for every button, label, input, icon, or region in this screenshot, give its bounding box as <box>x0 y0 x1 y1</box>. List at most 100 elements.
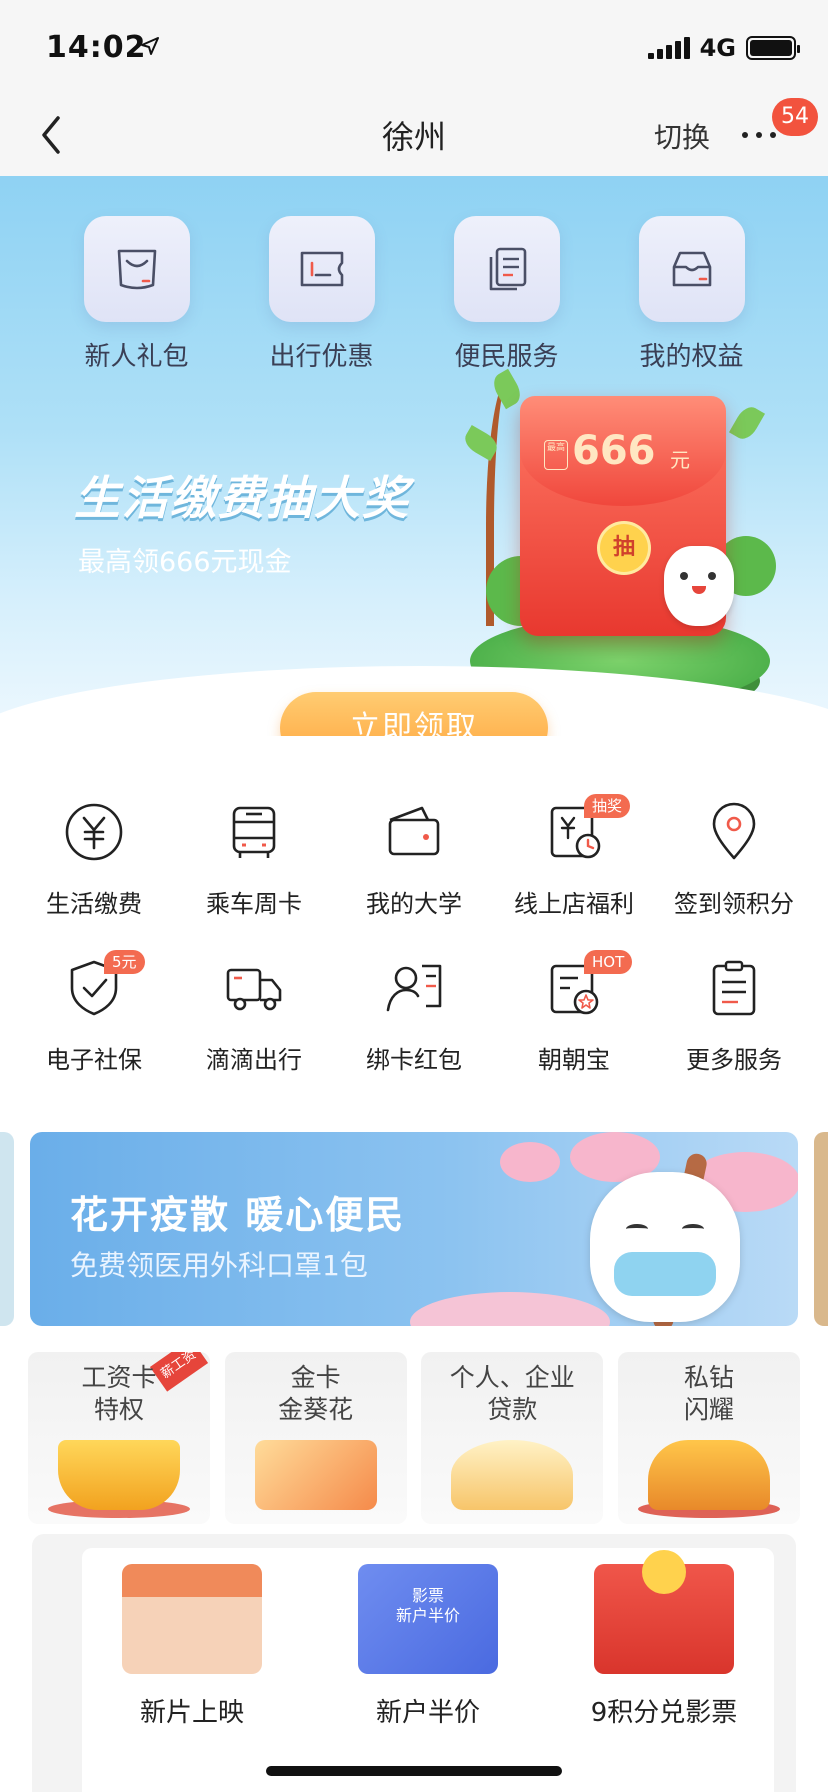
cat-with-mask-illustration <box>590 1172 740 1322</box>
carousel-prev-peek[interactable] <box>0 1132 14 1326</box>
quick-link-label: 出行优惠 <box>269 342 374 372</box>
switch-city-button[interactable]: 切换 <box>654 116 710 156</box>
product-card-loans[interactable]: 个人、企业 贷款 <box>421 1352 604 1524</box>
location-pin-icon <box>712 802 756 860</box>
banner-title: 花开疫散 暖心便民 <box>70 1193 406 1237</box>
service-sign-in-points[interactable]: 签到领积分 <box>654 800 814 956</box>
services-row: 生活缴费 乘车周卡 我的大学 抽奖 线上店福利 签到领积分 <box>0 794 828 956</box>
battery-level <box>750 40 792 56</box>
movie-ticket-icon: 影票 新户半价 <box>358 1564 498 1674</box>
quick-link-travel-discount[interactable]: 出行优惠 <box>247 216 397 373</box>
promo-points-for-tickets[interactable]: 9积分兑影票 <box>564 1548 764 1729</box>
epidemic-mask-banner[interactable]: 花开疫散 暖心便民 免费领医用外科口罩1包 <box>30 1132 798 1326</box>
quick-link-label: 新人礼包 <box>84 342 189 372</box>
service-label: 生活缴费 <box>46 890 142 918</box>
service-bus-weekly-pass[interactable]: 乘车周卡 <box>174 800 334 956</box>
services-row: 5元 电子社保 滴滴出行 绑卡红包 HOT 朝朝宝 更多服务 <box>0 950 828 1112</box>
service-label: 朝朝宝 <box>538 1046 610 1074</box>
card-title-line1: 工资卡 <box>81 1363 157 1392</box>
ticket-caption: 影票 新户半价 <box>395 1586 460 1625</box>
signal-strength-icon <box>647 37 690 59</box>
service-online-store-welfare[interactable]: 抽奖 线上店福利 <box>494 794 654 956</box>
service-label: 绑卡红包 <box>366 1046 462 1074</box>
wallet-icon <box>388 806 440 856</box>
more-dots-icon <box>742 132 776 138</box>
service-didi-travel[interactable]: 滴滴出行 <box>174 956 334 1112</box>
service-my-university[interactable]: 我的大学 <box>334 800 494 956</box>
location-arrow-icon <box>141 37 159 55</box>
product-card-gold-card[interactable]: 金卡 金葵花 <box>224 1352 407 1524</box>
service-badge: 抽奖 <box>584 794 631 818</box>
gold-card-icon <box>254 1440 377 1510</box>
envelope-seal: 抽 <box>600 524 648 572</box>
promo-label: 新户半价 <box>375 1698 480 1728</box>
service-label: 签到领积分 <box>674 890 794 918</box>
quick-link-label: 便民服务 <box>454 342 559 372</box>
message-count-badge: 54 <box>772 98 818 136</box>
service-label: 滴滴出行 <box>206 1046 302 1074</box>
service-label: 更多服务 <box>686 1046 782 1074</box>
card-title-line2: 贷款 <box>487 1395 538 1424</box>
coin-jar-icon <box>451 1440 574 1510</box>
quick-link-new-user-gift[interactable]: 新人礼包 <box>62 216 212 373</box>
hero-subtitle: 最高领666元现金 <box>78 547 292 578</box>
inbox-tray-icon <box>672 251 711 287</box>
movie-promo-panel: 新片上映 影票 新户半价 新户半价 9积分兑影票 <box>82 1548 774 1792</box>
documents-icon <box>489 247 526 291</box>
blossom-decoration <box>500 1142 560 1182</box>
status-bar: 14:02 4G <box>0 0 828 96</box>
service-zhaozhaobao[interactable]: HOT 朝朝宝 <box>494 950 654 1112</box>
quick-link-label: 我的权益 <box>639 342 744 372</box>
card-title-line2: 闪耀 <box>683 1395 734 1424</box>
hero-banner[interactable]: 新人礼包 出行优惠 便民服务 我的权益 生活缴费抽大奖 最高领666元现金 最高… <box>0 176 828 736</box>
promo-new-releases[interactable]: 新片上映 <box>92 1548 292 1729</box>
envelope-tag: 最高 <box>544 440 568 470</box>
product-card-salary-card[interactable]: 薪工资 工资卡 特权 <box>28 1352 210 1524</box>
service-label: 乘车周卡 <box>206 890 302 918</box>
service-badge: HOT <box>584 950 633 974</box>
promo-label: 新片上映 <box>139 1698 244 1728</box>
card-title-line1: 金卡 <box>290 1363 341 1392</box>
claim-now-button[interactable]: 立即领取 <box>280 692 548 736</box>
promo-new-user-half-price[interactable]: 影票 新户半价 新户半价 <box>328 1548 528 1729</box>
service-more[interactable]: 更多服务 <box>654 956 814 1112</box>
user-card-icon <box>386 964 442 1012</box>
clipboard-list-icon <box>712 960 756 1016</box>
envelope-unit: 元 <box>670 448 690 472</box>
quick-links: 新人礼包 出行优惠 便民服务 我的权益 <box>0 216 828 373</box>
services-grid: 生活缴费 乘车周卡 我的大学 抽奖 线上店福利 签到领积分 5元 电子社保 滴滴… <box>0 794 828 1112</box>
bus-icon <box>232 806 276 858</box>
banner-subtitle: 免费领医用外科口罩1包 <box>70 1249 368 1282</box>
service-label: 电子社保 <box>46 1046 142 1074</box>
network-type: 4G <box>699 34 736 62</box>
nav-bar: 徐州 切换 <box>0 96 828 176</box>
service-bind-card-red-packet[interactable]: 绑卡红包 <box>334 956 494 1112</box>
ticket-icon <box>300 251 343 287</box>
shopping-bag-icon <box>117 249 156 290</box>
truck-icon <box>226 968 282 1011</box>
gift-box-icon <box>594 1550 734 1674</box>
quick-link-my-benefits[interactable]: 我的权益 <box>617 216 767 373</box>
product-cards: 薪工资 工资卡 特权 金卡 金葵花 个人、企业 贷款 私钻 闪耀 <box>28 1352 800 1524</box>
card-title-line1: 个人、企业 <box>449 1363 575 1392</box>
crown-icon <box>58 1440 180 1510</box>
service-utility-payment[interactable]: 生活缴费 <box>14 800 174 956</box>
battery-icon <box>746 36 800 60</box>
trophy-icon <box>647 1440 770 1510</box>
promo-label: 9积分兑影票 <box>590 1698 738 1728</box>
carousel-next-peek[interactable] <box>814 1132 828 1326</box>
hero-title: 生活缴费抽大奖 <box>74 471 410 525</box>
service-badge: 5元 <box>104 950 145 974</box>
card-title-line2: 特权 <box>93 1395 144 1424</box>
home-indicator[interactable] <box>266 1766 562 1776</box>
service-label: 我的大学 <box>366 890 462 918</box>
cat-mascot-illustration <box>664 546 734 626</box>
storefront-icon <box>122 1564 262 1674</box>
product-card-private-diamond[interactable]: 私钻 闪耀 <box>617 1352 800 1524</box>
quick-link-convenience-services[interactable]: 便民服务 <box>432 216 582 373</box>
status-time: 14:02 <box>46 30 147 65</box>
envelope-amount: 666 <box>572 428 656 474</box>
service-label: 线上店福利 <box>514 890 634 918</box>
service-e-social-security[interactable]: 5元 电子社保 <box>14 950 174 1112</box>
card-title-line2: 金葵花 <box>278 1395 354 1424</box>
